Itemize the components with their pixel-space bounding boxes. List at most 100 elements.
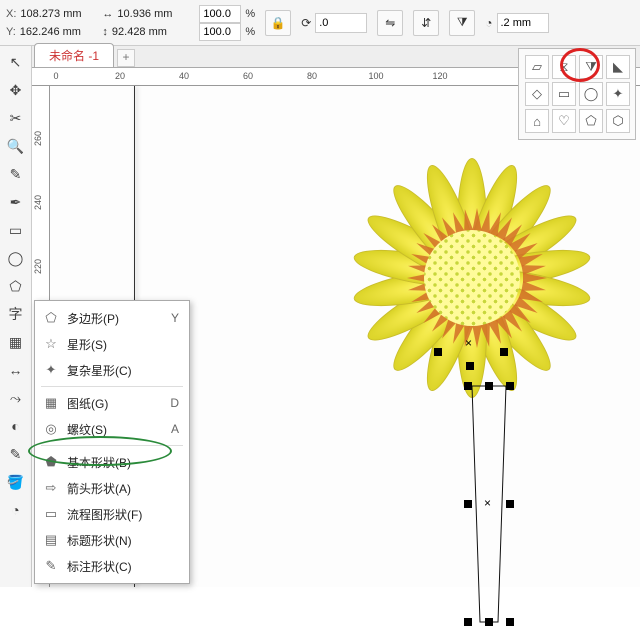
shape-rectangle[interactable]: ▭ bbox=[552, 82, 576, 106]
pick-tool[interactable]: ↖ bbox=[4, 50, 28, 74]
menu-complex-star[interactable]: ✦复杂星形(C) bbox=[35, 357, 189, 383]
banner-icon: ▤ bbox=[43, 532, 59, 548]
vr-240: 240 bbox=[33, 195, 43, 210]
scale-fields: % % bbox=[199, 5, 255, 41]
rotation-input[interactable] bbox=[315, 13, 367, 33]
shape-arrow[interactable]: ⌂ bbox=[525, 109, 549, 133]
menu-callout-shapes[interactable]: ✎标注形状(C) bbox=[35, 553, 189, 579]
sel-center-marker: × bbox=[465, 338, 475, 348]
hr-100: 100 bbox=[368, 71, 383, 81]
shape-hexagon[interactable]: ⬡ bbox=[606, 109, 630, 133]
hr-80: 80 bbox=[307, 71, 317, 81]
tab-untitled[interactable]: 未命名 -1 bbox=[34, 43, 114, 67]
outline-group: ◔ bbox=[485, 13, 548, 33]
x-label: X: bbox=[6, 5, 16, 23]
scale-w-input[interactable] bbox=[199, 5, 241, 23]
pct-unit-1: % bbox=[245, 5, 255, 23]
x-value: 108.273 mm bbox=[20, 5, 92, 23]
polygon-icon: ⬠ bbox=[43, 310, 59, 326]
outline-tool[interactable]: ◔ bbox=[4, 498, 28, 522]
fill-tool[interactable]: 🪣 bbox=[4, 470, 28, 494]
sel-handle[interactable] bbox=[466, 362, 474, 370]
mirror-h-button[interactable]: ⇋ bbox=[377, 10, 403, 36]
hr-40: 40 bbox=[179, 71, 189, 81]
arrow-shapes-icon: ⇨ bbox=[43, 480, 59, 496]
spiral-icon: ◎ bbox=[43, 421, 59, 437]
hr-120: 120 bbox=[432, 71, 447, 81]
menu-basic-shapes[interactable]: ⬟基本形狀(B) bbox=[35, 449, 189, 475]
shape-trapezoid[interactable]: ⧖ bbox=[552, 55, 576, 79]
position-readout: X:108.273 mm Y:162.246 mm bbox=[6, 5, 92, 41]
shape-heart[interactable]: ♡ bbox=[552, 109, 576, 133]
polygon-flyout-menu: ⬠多边形(P)Y ☆星形(S) ✦复杂星形(C) ▦图纸(G)D ◎螺纹(S)A… bbox=[34, 300, 190, 584]
basic-shapes-icon: ⬟ bbox=[43, 454, 59, 470]
height-value: 92.428 mm bbox=[112, 23, 184, 41]
sel-handle[interactable] bbox=[434, 348, 442, 356]
menu-flowchart-shapes[interactable]: ▭流程图形狀(F) bbox=[35, 501, 189, 527]
table-tool[interactable]: ▦ bbox=[4, 330, 28, 354]
toolbox: ↖ ✥ ✂ 🔍 ✎ ✒ ▭ ◯ ⬠ 字 ▦ ↔ ⤳ ◐ ✎ 🪣 ◔ bbox=[0, 46, 32, 587]
menu-polygon[interactable]: ⬠多边形(P)Y bbox=[35, 305, 189, 331]
shape-tool[interactable]: ✥ bbox=[4, 78, 28, 102]
shape-right-triangle[interactable]: ◣ bbox=[606, 55, 630, 79]
ellipse-tool[interactable]: ◯ bbox=[4, 246, 28, 270]
pct-unit-2: % bbox=[245, 23, 255, 41]
rectangle-tool[interactable]: ▭ bbox=[4, 218, 28, 242]
dimension-tool[interactable]: ↔ bbox=[4, 358, 28, 382]
sel-handle[interactable] bbox=[506, 500, 514, 508]
size-readout: ↔10.936 mm ↕92.428 mm bbox=[102, 5, 189, 41]
new-tab-button[interactable]: + bbox=[117, 49, 135, 67]
outline-icon: ◔ bbox=[485, 16, 492, 30]
menu-graph-paper[interactable]: ▦图纸(G)D bbox=[35, 390, 189, 416]
vr-220: 220 bbox=[33, 259, 43, 274]
sel-handle[interactable] bbox=[464, 500, 472, 508]
shape-parallelogram[interactable]: ▱ bbox=[525, 55, 549, 79]
hr-60: 60 bbox=[243, 71, 253, 81]
width-value: 10.936 mm bbox=[117, 5, 189, 23]
crop-tool[interactable]: ✂ bbox=[4, 106, 28, 130]
shape-preset-button[interactable]: ⧩ bbox=[449, 10, 475, 36]
eyedropper-tool[interactable]: ✎ bbox=[4, 442, 28, 466]
shape-trapezoid-2[interactable]: ⧩ bbox=[579, 55, 603, 79]
y-label: Y: bbox=[6, 23, 16, 41]
artistic-media-tool[interactable]: ✒ bbox=[4, 190, 28, 214]
sel-handle[interactable] bbox=[506, 618, 514, 626]
perfect-shapes-panel: ▱ ⧖ ⧩ ◣ ◇ ▭ ◯ ✦ ⌂ ♡ ⬠ ⬡ bbox=[518, 48, 636, 140]
effects-tool[interactable]: ◐ bbox=[4, 414, 28, 438]
property-bar: X:108.273 mm Y:162.246 mm ↔10.936 mm ↕92… bbox=[0, 0, 640, 46]
lock-ratio-button[interactable]: 🔒 bbox=[265, 10, 291, 36]
size-h-icon: ↕ bbox=[102, 23, 108, 41]
rotation-group: ⟳ bbox=[301, 13, 367, 33]
vr-260: 260 bbox=[33, 131, 43, 146]
polygon-tool[interactable]: ⬠ bbox=[4, 274, 28, 298]
zoom-tool[interactable]: 🔍 bbox=[4, 134, 28, 158]
menu-banner-shapes[interactable]: ▤标题形状(N) bbox=[35, 527, 189, 553]
sel-handle[interactable] bbox=[485, 618, 493, 626]
sel-handle[interactable] bbox=[506, 382, 514, 390]
hr-0: 0 bbox=[53, 71, 58, 81]
text-tool[interactable]: 字 bbox=[4, 302, 28, 326]
shape-pentagon[interactable]: ⬠ bbox=[579, 109, 603, 133]
sel-handle[interactable] bbox=[464, 618, 472, 626]
menu-separator bbox=[41, 445, 183, 446]
graph-icon: ▦ bbox=[43, 395, 59, 411]
menu-spiral[interactable]: ◎螺纹(S)A bbox=[35, 416, 189, 442]
shape-ring[interactable]: ◯ bbox=[579, 82, 603, 106]
sel-handle[interactable] bbox=[485, 382, 493, 390]
rotate-icon: ⟳ bbox=[301, 16, 311, 30]
scale-h-input[interactable] bbox=[199, 23, 241, 41]
shape-star[interactable]: ✦ bbox=[606, 82, 630, 106]
sel-handle[interactable] bbox=[500, 348, 508, 356]
complex-star-icon: ✦ bbox=[43, 362, 59, 378]
flower-center bbox=[424, 230, 520, 326]
flowchart-icon: ▭ bbox=[43, 506, 59, 522]
menu-arrow-shapes[interactable]: ⇨箭头形状(A) bbox=[35, 475, 189, 501]
mirror-v-button[interactable]: ⇵ bbox=[413, 10, 439, 36]
menu-star[interactable]: ☆星形(S) bbox=[35, 331, 189, 357]
outline-width-input[interactable] bbox=[497, 13, 549, 33]
shape-diamond[interactable]: ◇ bbox=[525, 82, 549, 106]
freehand-tool[interactable]: ✎ bbox=[4, 162, 28, 186]
sel-handle[interactable] bbox=[464, 382, 472, 390]
connector-tool[interactable]: ⤳ bbox=[4, 386, 28, 410]
flower-shape[interactable]: × bbox=[342, 138, 602, 418]
